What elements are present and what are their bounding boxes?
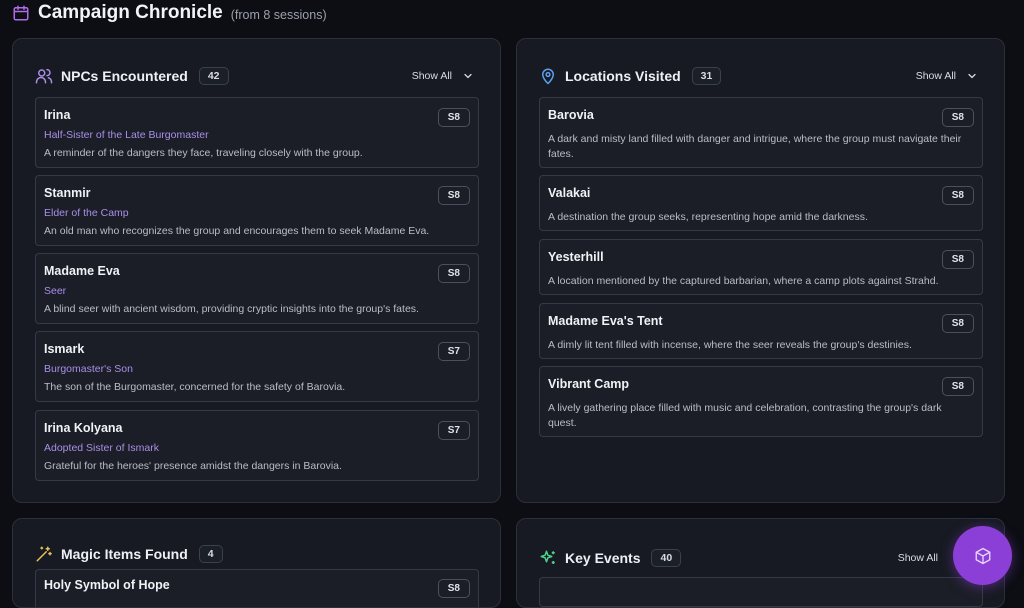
session-badge: S8 — [941, 250, 974, 269]
location-description: A dimly lit tent filled with incense, wh… — [548, 339, 912, 351]
locations-show-all-button[interactable]: Show All — [916, 70, 978, 82]
session-badge: S7 — [437, 342, 470, 361]
npcs-panel-header: NPCs Encountered 42 Show All — [35, 65, 474, 87]
chevron-down-icon — [464, 73, 472, 79]
npc-name: Ismark — [44, 342, 85, 356]
key-events-count-badge: 40 — [651, 549, 682, 567]
npc-role: Burgomaster's Son — [44, 363, 133, 375]
npc-role: Adopted Sister of Ismark — [44, 442, 159, 454]
magic-items-panel: Magic Items Found 4 Holy Symbol of Hope … — [12, 518, 501, 608]
npc-name: Stanmir — [44, 186, 91, 200]
key-events-show-all-label: Show All — [897, 552, 938, 564]
location-description: A dark and misty land filled with danger… — [548, 133, 962, 160]
key-events-title: Key Events — [565, 550, 641, 566]
page-subtitle: (from 8 sessions) — [230, 7, 327, 22]
location-name: Madame Eva's Tent — [548, 314, 663, 328]
npcs-title: NPCs Encountered — [61, 68, 188, 84]
page-title: Campaign Chronicle — [38, 2, 223, 23]
magic-item-name: Holy Symbol of Hope — [44, 578, 170, 592]
dice-fab-button[interactable] — [953, 526, 1012, 585]
npc-card[interactable]: Irina Kolyana S7 Adopted Sister of Ismar… — [35, 410, 479, 481]
locations-show-all-label: Show All — [915, 70, 956, 82]
location-card[interactable]: Yesterhill S8 A location mentioned by th… — [539, 239, 983, 295]
magic-items-title: Magic Items Found — [61, 546, 188, 562]
users-icon — [35, 67, 53, 85]
npc-description: A blind seer with ancient wisdom, provid… — [44, 303, 419, 315]
npcs-show-all-button[interactable]: Show All — [412, 70, 474, 82]
session-badge: S8 — [437, 186, 470, 205]
magic-items-count-badge: 4 — [198, 545, 223, 563]
session-badge: S8 — [437, 264, 470, 283]
magic-item-card[interactable]: Holy Symbol of Hope S8 — [35, 569, 479, 607]
locations-panel: Locations Visited 31 Show All Barovia S8… — [516, 38, 1005, 503]
dice-icon — [975, 547, 990, 564]
session-badge: S8 — [941, 314, 974, 333]
npc-card[interactable]: Stanmir S8 Elder of the Camp An old man … — [35, 175, 479, 246]
key-event-card[interactable] — [539, 577, 983, 607]
session-badge: S8 — [941, 186, 974, 205]
location-name: Valakai — [548, 186, 591, 200]
npc-role: Half-Sister of the Late Burgomaster — [44, 129, 209, 141]
location-description: A destination the group seeks, represent… — [548, 211, 868, 223]
session-badge: S7 — [437, 421, 470, 440]
npc-description: Grateful for the heroes' presence amidst… — [44, 460, 342, 472]
key-events-panel-header: Key Events 40 Show All — [539, 547, 978, 569]
npc-card[interactable]: Irina S8 Half-Sister of the Late Burgoma… — [35, 97, 479, 168]
sparkles-icon — [539, 549, 557, 567]
key-events-show-all-button[interactable]: Show All — [898, 552, 938, 564]
npc-description: A reminder of the dangers they face, tra… — [44, 147, 363, 159]
npc-description: The son of the Burgomaster, concerned fo… — [44, 381, 346, 393]
npc-card[interactable]: Madame Eva S8 Seer A blind seer with anc… — [35, 253, 479, 324]
location-description: A lively gathering place filled with mus… — [548, 402, 942, 429]
npcs-panel: NPCs Encountered 42 Show All Irina S8 Ha… — [12, 38, 501, 503]
magic-items-panel-header: Magic Items Found 4 — [35, 543, 474, 565]
npc-name: Madame Eva — [44, 264, 120, 278]
npc-card[interactable]: Ismark S7 Burgomaster's Son The son of t… — [35, 331, 479, 402]
npcs-count-badge: 42 — [198, 67, 229, 85]
npc-role: Seer — [44, 285, 67, 297]
npcs-show-all-label: Show All — [411, 70, 452, 82]
calendar-icon — [13, 5, 29, 21]
location-card[interactable]: Barovia S8 A dark and misty land filled … — [539, 97, 983, 168]
key-events-panel: Key Events 40 Show All — [516, 518, 1005, 608]
locations-panel-header: Locations Visited 31 Show All — [539, 65, 978, 87]
location-card[interactable]: Madame Eva's Tent S8 A dimly lit tent fi… — [539, 303, 983, 359]
session-badge: S8 — [941, 108, 974, 127]
session-badge: S8 — [941, 377, 974, 396]
npc-name: Irina Kolyana — [44, 421, 123, 435]
map-pin-icon — [539, 67, 557, 85]
locations-count-badge: 31 — [691, 67, 722, 85]
location-card[interactable]: Vibrant Camp S8 A lively gathering place… — [539, 366, 983, 437]
location-description: A location mentioned by the captured bar… — [548, 275, 939, 287]
location-name: Vibrant Camp — [548, 377, 630, 391]
location-name: Yesterhill — [548, 250, 604, 264]
page-header: Campaign Chronicle (from 8 sessions) — [12, 0, 327, 26]
npc-role: Elder of the Camp — [44, 207, 129, 219]
npc-name: Irina — [44, 108, 71, 122]
session-badge: S8 — [437, 579, 470, 598]
wand-sparkles-icon — [35, 545, 53, 563]
npc-description: An old man who recognizes the group and … — [44, 225, 430, 237]
chevron-down-icon — [968, 73, 976, 79]
session-badge: S8 — [437, 108, 470, 127]
location-name: Barovia — [548, 108, 594, 122]
location-card[interactable]: Valakai S8 A destination the group seeks… — [539, 175, 983, 231]
locations-title: Locations Visited — [565, 68, 681, 84]
